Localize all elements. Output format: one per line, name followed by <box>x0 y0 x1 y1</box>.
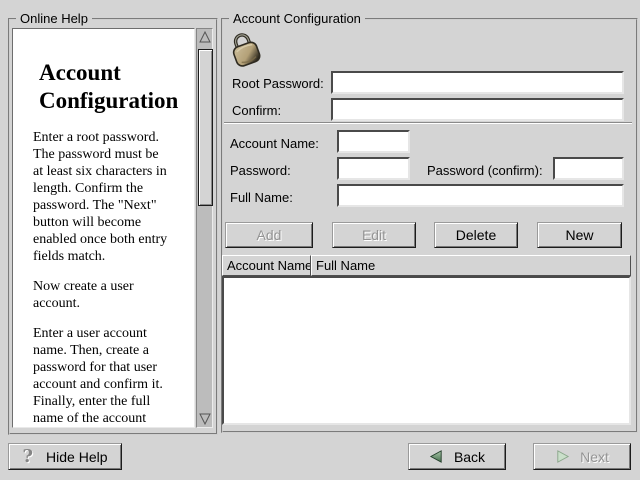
accounts-list[interactable] <box>222 276 631 425</box>
next-button-label: Next <box>580 449 609 465</box>
new-button[interactable]: New <box>537 222 622 248</box>
account-name-label: Account Name: <box>230 137 319 151</box>
password-label: Password: <box>230 164 291 178</box>
help-paragraph: Enter a user account name. Then, create … <box>33 325 194 427</box>
hide-help-button[interactable]: ? Hide Help <box>8 443 122 470</box>
hide-help-button-label: Hide Help <box>46 449 107 465</box>
password-input[interactable] <box>337 157 410 180</box>
left-arrow-icon <box>429 449 444 464</box>
back-button[interactable]: Back <box>408 443 506 470</box>
column-header-full-name[interactable]: Full Name <box>311 255 631 276</box>
add-button[interactable]: Add <box>225 222 313 248</box>
root-password-input[interactable] <box>331 71 624 94</box>
scrollbar-thumb[interactable] <box>198 49 213 206</box>
question-mark-icon: ? <box>22 449 33 465</box>
installer-window: Online Help Account Configuration Enter … <box>0 0 640 480</box>
column-header-account-name[interactable]: Account Name <box>222 255 311 276</box>
up-arrow-icon[interactable] <box>199 31 211 43</box>
help-text-viewport: Account Configuration Enter a root passw… <box>12 28 195 428</box>
right-arrow-icon <box>555 449 570 464</box>
account-name-input[interactable] <box>337 130 410 153</box>
confirm-password-input[interactable] <box>331 98 624 121</box>
help-content: Account Configuration Enter a root passw… <box>13 59 194 427</box>
back-button-label: Back <box>454 449 485 465</box>
help-scrollbar[interactable] <box>196 28 213 428</box>
section-separator <box>224 122 632 124</box>
edit-button-label: Edit <box>362 227 386 243</box>
delete-button-label: Delete <box>456 227 496 243</box>
edit-button[interactable]: Edit <box>332 222 416 248</box>
delete-button[interactable]: Delete <box>434 222 518 248</box>
help-title: Account Configuration <box>39 59 186 115</box>
password-confirm-input[interactable] <box>553 157 624 180</box>
padlock-icon <box>227 29 263 69</box>
online-help-frame-label: Online Help <box>16 11 92 26</box>
account-configuration-frame-label: Account Configuration <box>229 11 365 26</box>
help-paragraph: Enter a root password. The password must… <box>33 129 194 265</box>
add-button-label: Add <box>257 227 282 243</box>
next-button[interactable]: Next <box>533 443 631 470</box>
down-arrow-icon[interactable] <box>199 413 211 425</box>
new-button-label: New <box>565 227 593 243</box>
root-password-label: Root Password: <box>232 77 324 91</box>
full-name-input[interactable] <box>337 184 624 207</box>
confirm-label: Confirm: <box>232 104 281 118</box>
help-paragraph: Now create a user account. <box>33 278 194 312</box>
password-confirm-label: Password (confirm): <box>427 164 543 178</box>
full-name-label: Full Name: <box>230 191 293 205</box>
